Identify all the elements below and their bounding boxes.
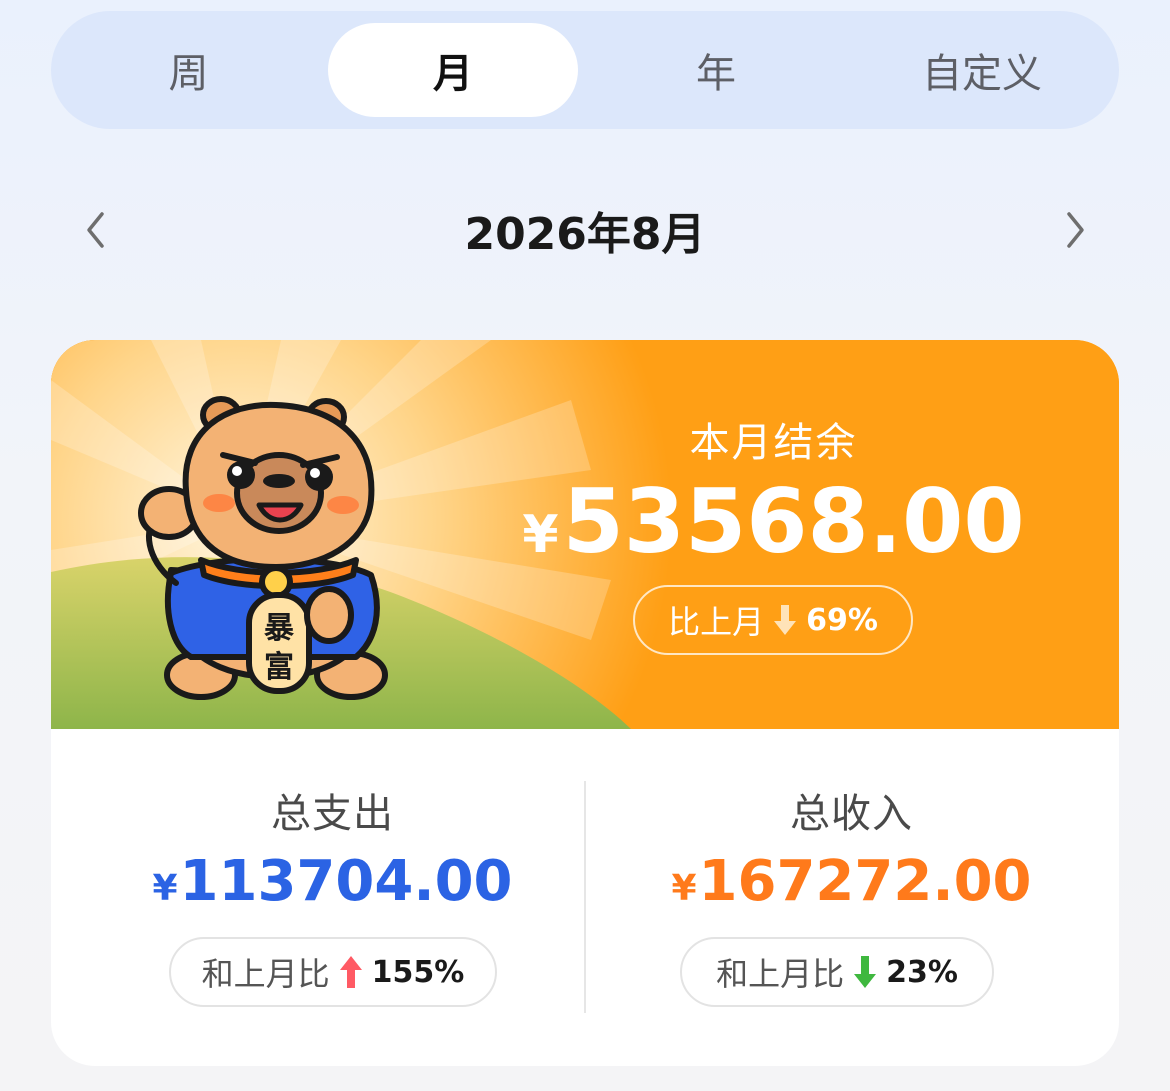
balance-currency: ¥ <box>522 505 559 565</box>
next-period-button[interactable] <box>1052 208 1096 252</box>
mascot-badge-char-1: 暴 <box>264 611 295 646</box>
income-amount: ¥167272.00 <box>584 847 1119 924</box>
expense-compare-pill: 和上月比 155% <box>169 937 497 1007</box>
tab-week-label: 周 <box>168 51 209 97</box>
balance-compare-pill: 比上月 69% <box>633 585 913 655</box>
expense-compare-label: 和上月比 <box>201 955 330 993</box>
previous-period-button[interactable] <box>75 208 119 252</box>
arrow-up-icon <box>339 956 362 988</box>
arrow-down-icon <box>854 956 877 988</box>
expense-label: 总支出 <box>271 791 394 837</box>
period-tab-bar: 周 月 年 自定义 <box>51 11 1119 129</box>
balance-compare-pct: 69% <box>806 602 878 638</box>
income-compare-label: 和上月比 <box>716 955 845 993</box>
balance-title: 本月结余 <box>689 420 858 466</box>
balance-value: 53568.00 <box>562 470 1025 573</box>
expense-compare-pct: 155% <box>371 954 465 990</box>
tab-month[interactable]: 月 <box>328 11 578 129</box>
period-navigator: 2026年8月 <box>0 190 1170 270</box>
tab-week[interactable]: 周 <box>61 11 316 129</box>
income-compare-pill: 和上月比 23% <box>680 937 994 1007</box>
income-compare-pct: 23% <box>886 954 958 990</box>
tab-year-label: 年 <box>696 51 736 97</box>
tab-custom[interactable]: 自定义 <box>851 11 1113 129</box>
chevron-right-icon <box>1067 212 1084 248</box>
lucky-capybara-mascot: 暴 富 <box>138 396 388 700</box>
balance-banner: 暴 富 本月结余 ¥53568.00 比上月 69% <box>51 340 1119 729</box>
totals-section: 总支出 ¥113704.00 和上月比 155% 总收入 ¥167272.00 … <box>51 729 1119 1066</box>
tab-year[interactable]: 年 <box>591 11 841 129</box>
balance-compare-label: 比上月 <box>668 603 765 641</box>
income-currency: ¥ <box>671 868 697 909</box>
expense-value: 113704.00 <box>179 849 513 914</box>
tab-month-label: 月 <box>433 51 473 97</box>
expense-amount: ¥113704.00 <box>51 847 614 924</box>
expense-currency: ¥ <box>152 868 178 909</box>
total-income[interactable]: 总收入 ¥167272.00 和上月比 23% <box>584 729 1119 1066</box>
monthly-summary-card: 暴 富 本月结余 ¥53568.00 比上月 69% 总支出 ¥113704.0… <box>51 340 1119 1066</box>
mascot-badge-char-2: 富 <box>264 650 294 685</box>
income-label: 总收入 <box>790 791 913 837</box>
income-value: 167272.00 <box>698 849 1032 914</box>
balance-amount: ¥53568.00 <box>481 472 1066 585</box>
tab-custom-label: 自定义 <box>922 51 1042 97</box>
period-label[interactable]: 2026年8月 <box>464 198 705 262</box>
chevron-left-icon <box>87 212 104 248</box>
total-expense[interactable]: 总支出 ¥113704.00 和上月比 155% <box>51 729 614 1066</box>
arrow-down-icon <box>774 605 797 635</box>
period-label-wrap: 2026年8月 <box>0 190 1170 270</box>
